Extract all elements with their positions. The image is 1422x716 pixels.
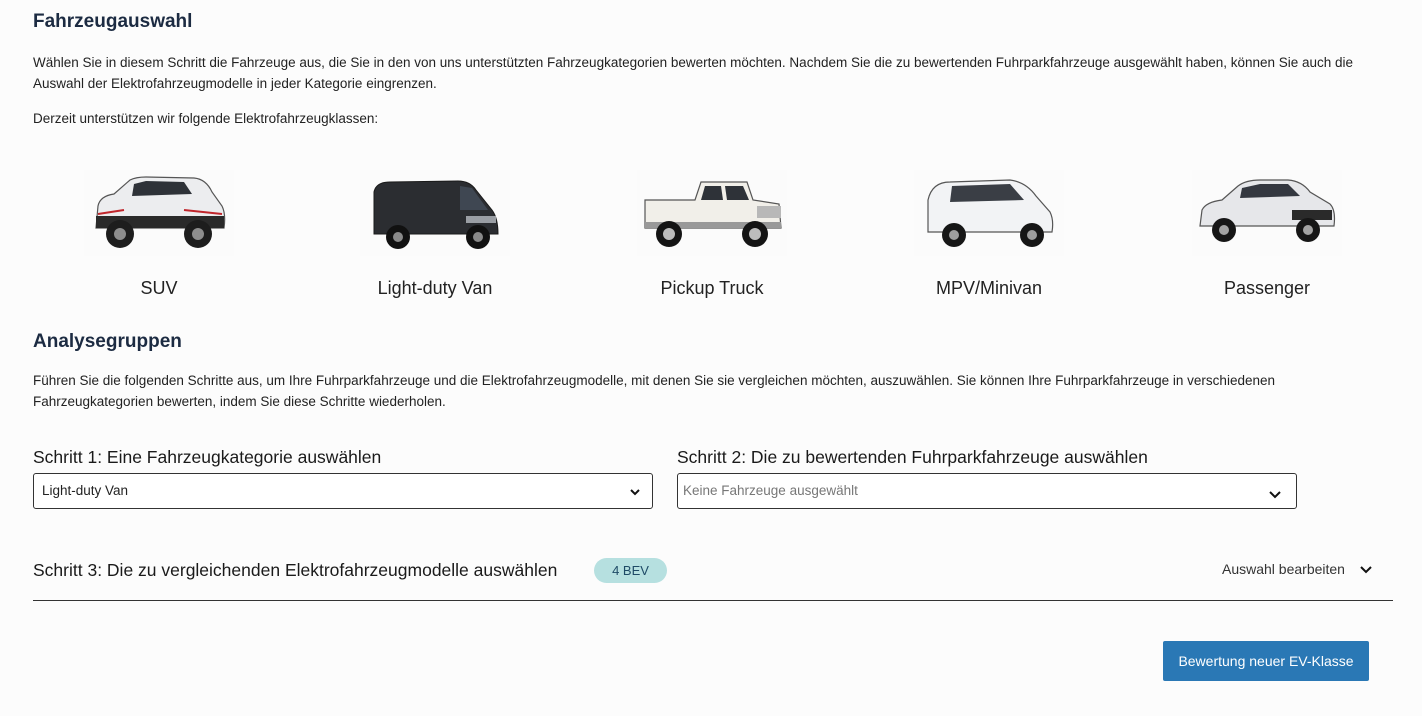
step1-label: Schritt 1: Eine Fahrzeugkategorie auswäh… xyxy=(33,447,382,467)
chevron-down-icon xyxy=(630,489,640,496)
vehicle-class-label: Passenger xyxy=(1223,278,1311,298)
section-title-analysis-groups: Analysegruppen xyxy=(33,331,182,352)
vehicle-class-list: SUV Light-duty Van Pickup Truck MPV/Mini… xyxy=(20,170,1405,310)
step2-label: Schritt 2: Die zu bewertenden Fuhrparkfa… xyxy=(677,447,1148,467)
analysis-groups-intro: Führen Sie die folgenden Schritte aus, u… xyxy=(33,373,1275,409)
vehicle-class-label: SUV xyxy=(140,278,178,298)
new-ev-class-button[interactable]: Bewertung neuer EV-Klasse xyxy=(1163,641,1369,681)
suv-car-image xyxy=(84,170,234,256)
supported-classes-text: Derzeit unterstützen wir folgende Elektr… xyxy=(33,111,379,126)
vehicle-class-passenger[interactable]: Passenger xyxy=(1132,170,1402,305)
vehicle-selection-intro: Wählen Sie in diesem Schritt die Fahrzeu… xyxy=(33,55,1354,91)
minivan-image xyxy=(914,170,1064,256)
vehicle-category-select[interactable]: Light-duty Van xyxy=(33,473,653,509)
vehicle-class-pickup-truck[interactable]: Pickup Truck xyxy=(577,170,847,305)
fleet-vehicles-select[interactable]: Keine Fahrzeuge ausgewählt xyxy=(677,473,1297,509)
fleet-vehicles-placeholder: Keine Fahrzeuge ausgewählt xyxy=(683,483,858,498)
vehicle-category-value: Light-duty Van xyxy=(42,483,129,498)
step3-label: Schritt 3: Die zu vergleichenden Elektro… xyxy=(33,560,558,580)
bev-count-badge: 4 BEV xyxy=(594,558,667,583)
edit-selection-toggle[interactable]: Auswahl bearbeiten xyxy=(1222,561,1373,577)
vehicle-class-van[interactable]: Light-duty Van xyxy=(300,170,570,305)
vehicle-class-label: Pickup Truck xyxy=(660,278,764,298)
chevron-down-icon xyxy=(1269,491,1281,499)
edit-selection-label: Auswahl bearbeiten xyxy=(1222,561,1345,577)
chevron-down-icon xyxy=(1360,566,1372,574)
vehicle-class-label: Light-duty Van xyxy=(377,278,493,298)
section-divider xyxy=(33,600,1393,601)
vehicle-class-label: MPV/Minivan xyxy=(935,278,1043,298)
van-image xyxy=(360,170,510,256)
vehicle-class-minivan[interactable]: MPV/Minivan xyxy=(854,170,1124,305)
section-title-vehicle-selection: Fahrzeugauswahl xyxy=(33,11,193,32)
pickup-truck-image xyxy=(637,170,787,256)
sedan-image xyxy=(1192,170,1342,256)
vehicle-class-suv[interactable]: SUV xyxy=(24,170,294,305)
